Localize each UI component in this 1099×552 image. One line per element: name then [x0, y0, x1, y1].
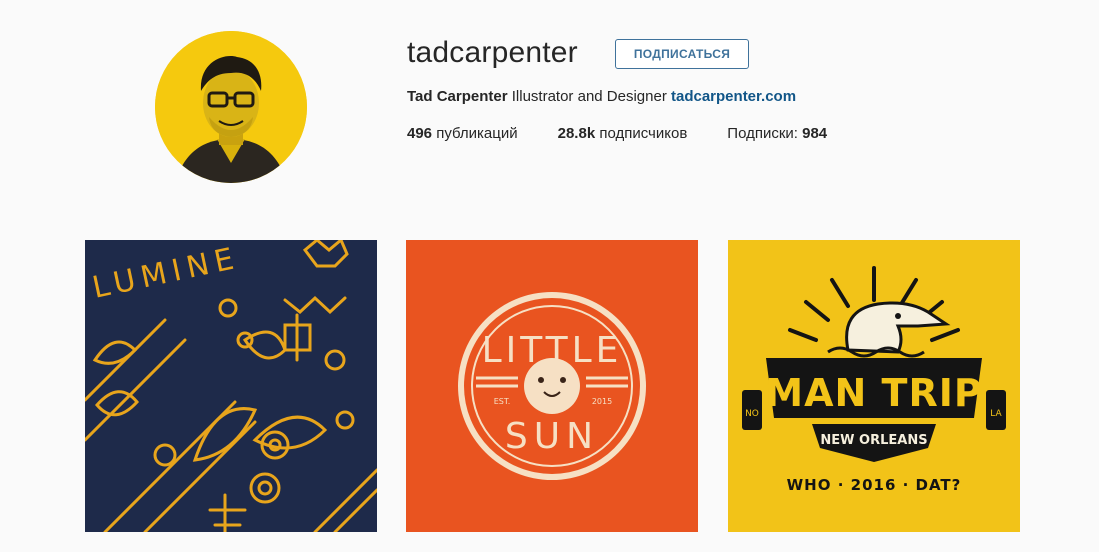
- profile-stats: 496 публикаций 28.8k подписчиков Подписк…: [407, 125, 867, 142]
- post-tile[interactable]: MAN TRIP NEW ORLEANS WHO · 2016 · DAT? N…: [728, 240, 1020, 532]
- avatar-image: [155, 31, 307, 183]
- full-name: Tad Carpenter: [407, 88, 508, 105]
- who-dat-text: WHO · 2016 · DAT?: [787, 476, 962, 494]
- following-label: Подписки:: [727, 125, 803, 142]
- posts-label: публикаций: [432, 125, 518, 142]
- little-text: LITTLE: [482, 330, 623, 371]
- posts-count: 496: [407, 125, 433, 142]
- est-text: EST.: [494, 397, 511, 406]
- following-count: 984: [802, 125, 828, 142]
- profile-page: tadcarpenter ПОДПИСАТЬСЯ Tad Carpenter I…: [0, 0, 1099, 552]
- left-badge-text: NO: [745, 409, 759, 419]
- right-badge-text: LA: [990, 409, 1002, 419]
- website-link[interactable]: tadcarpenter.com: [671, 88, 796, 105]
- follow-button[interactable]: ПОДПИСАТЬСЯ: [615, 39, 749, 69]
- avatar[interactable]: [155, 31, 307, 183]
- bio: Tad Carpenter Illustrator and Designer t…: [407, 88, 796, 105]
- post-tile[interactable]: LITTLE SUN EST. 2015: [406, 240, 698, 532]
- post-image-lumine: LUMINE: [85, 240, 377, 532]
- post-tile[interactable]: LUMINE: [85, 240, 377, 532]
- followers-stat[interactable]: 28.8k подписчиков: [558, 125, 688, 142]
- post-image-man-trip: MAN TRIP NEW ORLEANS WHO · 2016 · DAT? N…: [728, 240, 1020, 532]
- username: tadcarpenter: [407, 36, 578, 69]
- posts-stat: 496 публикаций: [407, 125, 518, 142]
- new-orleans-text: NEW ORLEANS: [820, 433, 927, 448]
- following-stat[interactable]: Подписки: 984: [727, 125, 827, 142]
- bio-text: Illustrator and Designer: [507, 88, 671, 105]
- sun-text: SUN: [505, 416, 599, 457]
- year-text: 2015: [592, 397, 612, 406]
- followers-count: 28.8k: [557, 125, 596, 142]
- post-image-little-sun: LITTLE SUN EST. 2015: [406, 240, 698, 532]
- man-trip-text: MAN TRIP: [765, 371, 982, 415]
- followers-label: подписчиков: [595, 125, 688, 142]
